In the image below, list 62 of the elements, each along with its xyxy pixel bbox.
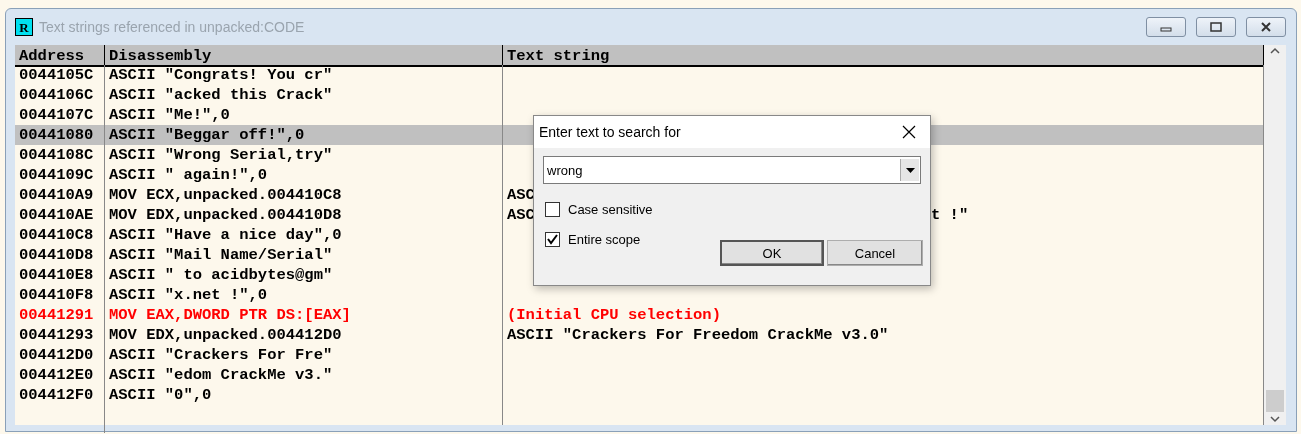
checkbox[interactable] [545,201,560,217]
disassembly-cell: ASCII "Beggar off!",0 [105,125,503,145]
address-cell: 00441293 [15,325,105,345]
disassembly-cell: ASCII "Mail Name/Serial" [105,245,503,265]
app-icon: R [15,18,33,36]
disassembly-cell: ASCII " again!",0 [105,165,503,185]
close-icon [1260,22,1272,32]
disassembly-cell: ASCII "Crackers For Fre" [105,345,503,365]
checkbox-label: Entire scope [568,231,641,247]
text-string: ASC [507,206,535,224]
text-string: (Initial CPU selection) [507,306,721,324]
minimize-button[interactable] [1146,17,1186,37]
scroll-up-icon[interactable] [1270,47,1280,54]
address-cell: 004412E0 [15,365,105,385]
scroll-down-icon[interactable] [1270,416,1280,423]
disassembly-cell: ASCII "edom CrackMe v3." [105,365,503,385]
ok-button[interactable]: OK [720,240,824,266]
address-cell: 004410E8 [15,265,105,285]
disassembly-cell: ASCII "0",0 [105,385,503,405]
disassembly-cell: MOV EDX,unpacked.004410D8 [105,205,503,225]
address-cell: 004410C8 [15,225,105,245]
scrollbar[interactable] [1264,45,1286,425]
dialog-title: Enter text to search for [539,124,682,140]
text-string: t !" [931,205,969,225]
window-title: Text strings referenced in unpacked:CODE [39,19,306,35]
text-string: ASC [507,186,535,204]
address-cell: 004410AE [15,205,105,225]
close-icon[interactable] [902,125,916,139]
dropdown-icon[interactable] [905,167,915,173]
text-string: ASCII "Crackers For Freedom CrackMe v3.0" [507,326,889,344]
maximize-button[interactable] [1196,17,1236,37]
address-cell: 004410F8 [15,285,105,305]
address-cell: 00441080 [15,125,105,145]
search-combobox[interactable]: wrong [543,156,921,184]
cancel-button[interactable]: Cancel [827,240,923,266]
column-header[interactable]: Text string [503,45,1264,67]
search-field[interactable]: wrong [544,162,900,178]
close-button[interactable] [1246,17,1286,37]
checkbox-label: Case sensitive [568,201,653,217]
address-cell: 0044105C [15,65,105,85]
disassembly-cell: ASCII "Wrong Serial,try" [105,145,503,165]
disassembly-cell: MOV EAX,DWORD PTR DS:[EAX] [105,305,503,325]
disassembly-cell: ASCII "acked this Crack" [105,85,503,105]
column-header[interactable]: Address [15,45,105,67]
disassembly-cell: MOV EDX,unpacked.004412D0 [105,325,503,345]
address-cell: 004412D0 [15,345,105,365]
address-cell: 0044106C [15,85,105,105]
address-cell: 0044109C [15,165,105,185]
address-cell: 00441291 [15,305,105,325]
disassembly-cell: ASCII " to acidbytes@gm" [105,265,503,285]
address-cell: 004412F0 [15,385,105,405]
address-cell: 004410A9 [15,185,105,205]
maximize-icon [1210,22,1222,32]
address-cell: 004410D8 [15,245,105,265]
column-header[interactable]: Disassembly [105,45,503,67]
checkbox[interactable] [545,231,560,247]
disassembly-cell: ASCII "Congrats! You cr" [105,65,503,85]
disassembly-cell: MOV ECX,unpacked.004410C8 [105,185,503,205]
scroll-thumb[interactable] [1266,390,1284,412]
disassembly-cell: ASCII "Have a nice day",0 [105,225,503,245]
address-cell: 0044108C [15,145,105,165]
disassembly-cell: ASCII "x.net !",0 [105,285,503,305]
